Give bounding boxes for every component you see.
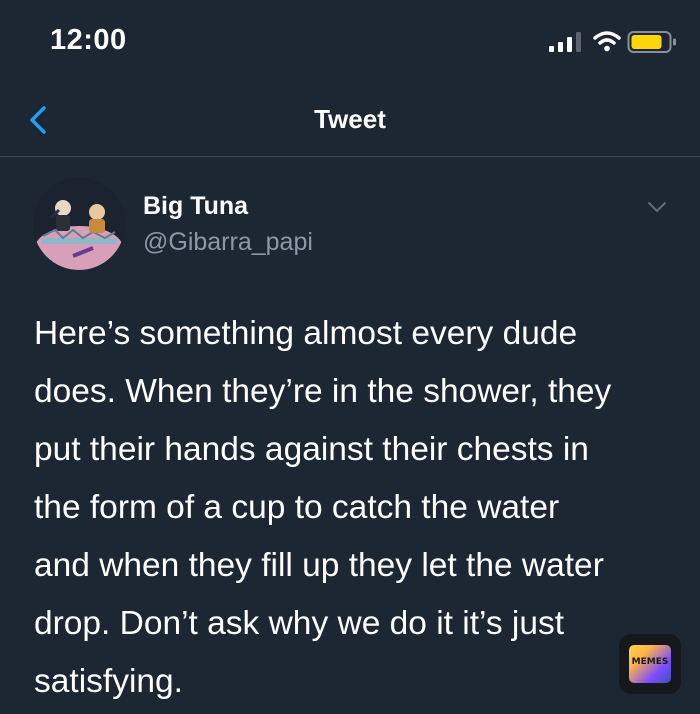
tweet-text-line: the form of a cup to catch the water [34, 489, 560, 526]
tweet-text-line: and when they fill up they let the water [34, 547, 604, 584]
tweet-text-line: Here’s something almost every dude [34, 315, 578, 352]
tweet-text-line: drop. Don’t ask why we do it it’s just [34, 605, 565, 642]
memes-watermark: MEMES [619, 634, 681, 694]
tweet-header: Big Tuna @Gibarra_papi [0, 170, 700, 280]
avatar[interactable] [33, 178, 125, 270]
status-bar: 12:00 [0, 0, 700, 84]
tweet-text-line: put their hands against their chests in [34, 431, 589, 468]
tweet-text-line: satisfying. [34, 663, 183, 700]
author-display-name[interactable]: Big Tuna [143, 192, 248, 221]
chevron-down-icon[interactable] [644, 198, 670, 216]
tweet-text: Here’s something almost every dude does.… [34, 305, 674, 711]
page-title: Tweet [314, 104, 386, 134]
status-time: 12:00 [50, 24, 127, 56]
avatar-illustration [33, 178, 125, 270]
memes-logo-icon: MEMES [629, 645, 671, 683]
wifi-icon [593, 31, 621, 52]
nav-bar: Tweet [0, 84, 700, 157]
cellular-signal-icon [549, 32, 581, 52]
tweet-text-line: does. When they’re in the shower, they [34, 373, 612, 410]
author-handle[interactable]: @Gibarra_papi [143, 228, 313, 257]
memes-label: MEMES [631, 657, 669, 667]
battery-icon [627, 31, 676, 53]
